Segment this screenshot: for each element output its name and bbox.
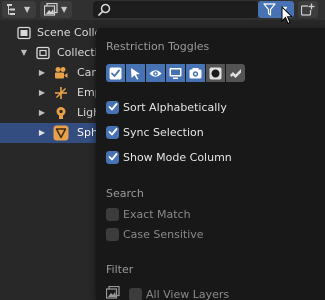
case-sensitive-option[interactable]: Case Sensitive	[106, 226, 204, 242]
expand-arrow-icon[interactable]: ▼	[19, 43, 29, 63]
filter-section-title: Filter	[106, 263, 134, 276]
expand-arrow-icon[interactable]: ▶	[37, 103, 47, 123]
chevron-down-icon: ▼	[24, 5, 31, 14]
display-mode-button[interactable]: ▼	[40, 1, 72, 18]
checkbox-checked-icon[interactable]	[106, 125, 119, 139]
toggle-selectable[interactable]	[126, 64, 145, 82]
checkbox-unchecked-icon[interactable]	[106, 227, 119, 241]
expand-arrow-icon[interactable]: ▶	[37, 63, 47, 83]
all-view-layers-option[interactable]: All View Layers	[105, 285, 230, 300]
scene-collection-icon	[17, 26, 31, 40]
funnel-icon	[263, 3, 276, 19]
outliner-header: ▼ ▼ ▼	[0, 0, 325, 20]
checkbox-icon	[109, 67, 122, 79]
chevron-down-icon: ▼	[61, 5, 68, 14]
toggle-viewport-disable[interactable]	[166, 64, 185, 82]
case-sensitive-label: Case Sensitive	[123, 227, 204, 241]
expand-arrow-icon[interactable]: ▶	[37, 83, 47, 103]
indirect-only-icon	[230, 68, 241, 78]
search-icon	[98, 3, 111, 19]
sync-selection-label: Sync Selection	[123, 125, 204, 139]
filter-popover: Restriction Toggles Sort Alphabetically …	[96, 28, 325, 300]
exact-match-label: Exact Match	[123, 207, 191, 221]
search-input[interactable]	[93, 1, 258, 18]
show-mode-column-option[interactable]: Show Mode Column	[106, 149, 232, 165]
toggle-viewport-visibility[interactable]	[146, 64, 165, 82]
camera-icon	[189, 67, 202, 78]
checkbox-unchecked-icon[interactable]	[106, 207, 119, 221]
mouse-cursor-icon	[281, 5, 294, 28]
toggle-holdout[interactable]	[206, 64, 225, 82]
checkbox-unchecked-icon[interactable]	[129, 287, 142, 300]
light-object-icon	[54, 106, 68, 120]
all-view-layers-label: All View Layers	[146, 287, 230, 300]
toggle-indirect-only[interactable]	[226, 64, 245, 82]
empty-object-icon	[54, 86, 68, 100]
monitor-icon	[169, 67, 182, 79]
show-mode-column-label: Show Mode Column	[123, 150, 232, 164]
toggle-render-disable[interactable]	[186, 64, 205, 82]
sort-alphabetically-label: Sort Alphabetically	[123, 100, 227, 114]
eye-icon	[149, 69, 162, 77]
exact-match-option[interactable]: Exact Match	[106, 206, 191, 222]
expand-arrow-icon[interactable]: ▶	[37, 123, 47, 143]
view-layer-icon	[105, 285, 120, 300]
mesh-object-icon	[53, 125, 69, 141]
sort-alphabetically-option[interactable]: Sort Alphabetically	[106, 99, 227, 115]
sync-selection-option[interactable]: Sync Selection	[106, 124, 204, 140]
restriction-toggles	[106, 64, 245, 82]
checkbox-checked-icon[interactable]	[106, 100, 119, 114]
editor-type-button[interactable]: ▼	[2, 1, 36, 18]
new-collection-icon	[300, 3, 315, 19]
restriction-toggles-title: Restriction Toggles	[106, 40, 210, 53]
checkbox-checked-icon[interactable]	[106, 150, 119, 164]
view-layer-icon	[43, 2, 58, 19]
toggle-checkbox[interactable]	[106, 64, 125, 82]
outliner-icon	[7, 4, 20, 18]
collection-icon	[36, 46, 50, 60]
holdout-icon	[209, 67, 222, 79]
select-cursor-icon	[131, 67, 140, 79]
search-section-title: Search	[106, 187, 144, 200]
new-collection-button[interactable]	[298, 1, 318, 18]
camera-object-icon	[54, 66, 68, 80]
